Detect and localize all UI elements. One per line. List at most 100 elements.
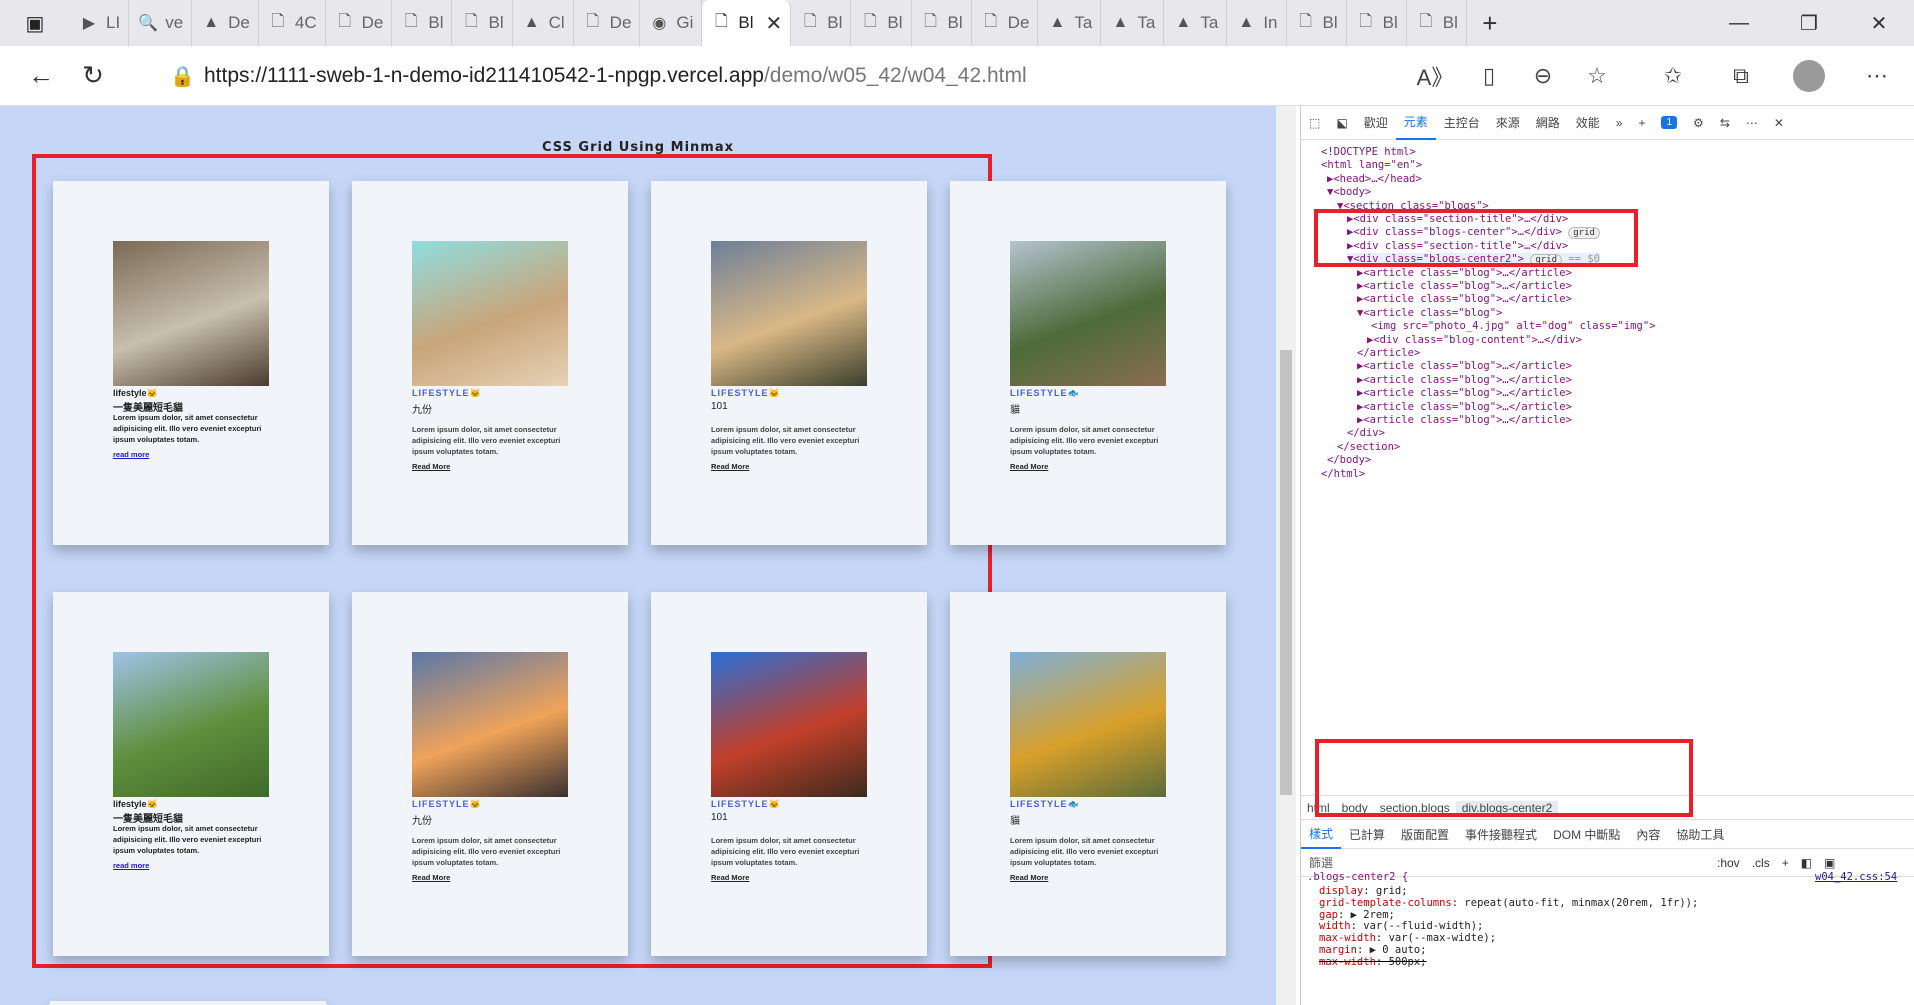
devtools-tab[interactable]: 主控台 xyxy=(1436,106,1488,140)
styles-subtab[interactable]: 版面配置 xyxy=(1393,826,1457,843)
dom-node-line[interactable]: ▶<article class="blog">…</article> xyxy=(1357,267,1572,279)
devtools-tab[interactable]: 來源 xyxy=(1488,106,1528,140)
dom-node-line[interactable]: ▶<article class="blog">…</article> xyxy=(1357,360,1572,372)
minimize-icon[interactable]: — xyxy=(1704,0,1774,46)
read-more-link[interactable]: Read More xyxy=(1010,873,1048,882)
dom-node-line[interactable]: <img src="photo_4.jpg" alt="dog" class="… xyxy=(1371,320,1655,332)
browser-tab[interactable]: ▲ Ta xyxy=(1101,0,1165,46)
new-tab-button[interactable]: + xyxy=(1467,8,1513,39)
browser-tab[interactable]: 🗋 De xyxy=(972,0,1039,46)
browser-tab[interactable]: 🗋 Bl xyxy=(851,0,912,46)
read-aloud-icon[interactable]: A》 xyxy=(1408,46,1462,106)
dom-node-line[interactable]: <html lang="en"> xyxy=(1321,159,1422,171)
settings-icon[interactable]: ⚙ xyxy=(1685,106,1712,140)
devtools-tab[interactable]: 歡迎 xyxy=(1356,106,1396,140)
close-devtools-icon[interactable]: ✕ xyxy=(1766,106,1792,140)
profile-button[interactable] xyxy=(1782,46,1836,106)
read-more-link[interactable]: Read More xyxy=(711,873,749,882)
css-declaration[interactable]: width: var(--fluid-width); xyxy=(1319,920,1483,932)
browser-tab[interactable]: 🗋 Bl xyxy=(1287,0,1347,46)
browser-tab[interactable]: 🗋 Bl xyxy=(1347,0,1407,46)
browser-tab[interactable]: 🔍 ve xyxy=(129,0,193,46)
browser-tab[interactable]: ▲ Cl xyxy=(513,0,574,46)
browser-tab[interactable]: 🗋 Bl xyxy=(392,0,453,46)
styles-subtab[interactable]: 已計算 xyxy=(1341,826,1393,843)
browser-tab[interactable]: ▲ Ta xyxy=(1164,0,1228,46)
collections-icon[interactable]: ⧉ xyxy=(1714,46,1768,106)
styles-subtab[interactable]: 事件接聽程式 xyxy=(1457,826,1545,843)
dom-node-line[interactable]: </article> xyxy=(1357,347,1420,359)
browser-tab[interactable]: ▶ LI xyxy=(70,0,130,46)
devtools-tab[interactable]: 網路 xyxy=(1528,106,1568,140)
css-declaration[interactable]: display: grid; xyxy=(1319,885,1408,897)
device-toolbar-icon[interactable]: ⬚ xyxy=(1301,106,1328,140)
styles-subtab[interactable]: 樣式 xyxy=(1301,819,1342,849)
more-icon[interactable]: ⋯ xyxy=(1850,46,1904,106)
read-more-link[interactable]: Read More xyxy=(1010,462,1048,471)
css-declaration[interactable]: max-width: var(--max-widte); xyxy=(1319,932,1496,944)
scrollbar-thumb[interactable] xyxy=(1280,350,1292,795)
styles-subtab[interactable]: 內容 xyxy=(1628,826,1668,843)
immersive-reader-icon[interactable]: ▯ xyxy=(1462,46,1516,106)
styles-subtab[interactable]: DOM 中斷點 xyxy=(1545,826,1628,843)
styles-subtab[interactable]: 協助工具 xyxy=(1668,826,1732,843)
browser-tab[interactable]: 🗋 4C xyxy=(259,0,326,46)
browser-tab[interactable]: ▲ In xyxy=(1227,0,1287,46)
close-tab-icon[interactable]: ✕ xyxy=(766,11,783,36)
dom-node-line[interactable]: ▶<article class="blog">…</article> xyxy=(1357,280,1572,292)
computed-styles-icon[interactable]: ◧ xyxy=(1795,856,1818,870)
dom-node-line[interactable]: ▶<article class="blog">…</article> xyxy=(1357,387,1572,399)
css-declaration[interactable]: gap: ▶ 2rem; xyxy=(1319,909,1395,921)
browser-tab[interactable]: 🗋 De xyxy=(326,0,393,46)
sidebar-toggle-icon[interactable]: ▣ xyxy=(1818,856,1841,870)
browser-tab[interactable]: 🗋 Bl xyxy=(791,0,852,46)
dom-node-line[interactable]: ▶<article class="blog">…</article> xyxy=(1357,414,1572,426)
browser-tab[interactable]: 🗋 De xyxy=(574,0,641,46)
lock-icon[interactable]: 🔒 xyxy=(170,64,204,89)
dom-node-line[interactable]: <!DOCTYPE html> xyxy=(1321,146,1416,158)
browser-tab[interactable]: 🗋 Bl ✕ xyxy=(702,0,792,46)
browser-tab[interactable]: 🗋 Bl xyxy=(452,0,513,46)
devtools-tab[interactable]: 效能 xyxy=(1568,106,1608,140)
dom-node-line[interactable]: </body> xyxy=(1327,454,1371,466)
browser-tab[interactable]: ▲ Ta xyxy=(1038,0,1102,46)
read-more-link[interactable]: read more xyxy=(113,450,149,459)
browser-tab[interactable]: ▲ De xyxy=(192,0,259,46)
add-tool-icon[interactable]: + xyxy=(1630,106,1653,140)
devtools-menu-icon[interactable]: ⋯ xyxy=(1738,106,1766,140)
add-favorite-icon[interactable]: ☆ xyxy=(1570,46,1624,106)
inspect-icon[interactable]: ⬕ xyxy=(1328,106,1355,140)
dom-node-line[interactable]: </section> xyxy=(1337,441,1400,453)
browser-tab[interactable]: ◉ Gi xyxy=(640,0,703,46)
css-declaration[interactable]: grid-template-columns: repeat(auto-fit, … xyxy=(1319,897,1698,909)
css-declaration[interactable]: margin: ▶ 0 auto; xyxy=(1319,944,1427,956)
read-more-link[interactable]: read more xyxy=(113,861,149,870)
tab-actions-icon[interactable]: ▣ xyxy=(0,0,70,46)
refresh-button[interactable]: ↻ xyxy=(60,46,126,106)
dom-node-line[interactable]: ▶<div class="blog-content">…</div> xyxy=(1367,334,1582,346)
css-source-link[interactable]: w04_42.css:54 xyxy=(1815,871,1897,883)
read-more-link[interactable]: Read More xyxy=(412,462,450,471)
dom-node-line[interactable]: ▼<article class="blog"> xyxy=(1357,307,1502,319)
favorites-icon[interactable]: ✩ xyxy=(1646,46,1700,106)
dom-node-line[interactable]: </div> xyxy=(1347,427,1385,439)
restore-icon[interactable]: ❐ xyxy=(1774,0,1844,46)
styles-filter-input[interactable]: 篩選 xyxy=(1301,854,1711,871)
issues-badge[interactable]: 1 xyxy=(1653,106,1685,140)
hov-toggle[interactable]: :hov xyxy=(1711,856,1746,870)
browser-tab[interactable]: 🗋 Bl xyxy=(1407,0,1467,46)
zoom-icon[interactable]: ⊖ xyxy=(1516,46,1570,106)
more-tabs-icon[interactable]: » xyxy=(1608,106,1631,140)
dom-node-line[interactable]: ▶<article class="blog">…</article> xyxy=(1357,374,1572,386)
dom-node-line[interactable]: ▶<article class="blog">…</article> xyxy=(1357,401,1572,413)
dom-node-line[interactable]: ▶<article class="blog">…</article> xyxy=(1357,293,1572,305)
css-declaration[interactable]: max-width: 500px; xyxy=(1319,956,1427,968)
dom-node-line[interactable]: </html> xyxy=(1321,468,1365,480)
new-rule-icon[interactable]: + xyxy=(1776,856,1795,870)
dom-node-line[interactable]: ▼<body> xyxy=(1327,186,1371,198)
close-window-icon[interactable]: ✕ xyxy=(1844,0,1914,46)
cls-toggle[interactable]: .cls xyxy=(1746,856,1776,870)
share-icon[interactable]: ⇆ xyxy=(1712,106,1738,140)
devtools-tab[interactable]: 元素 xyxy=(1395,106,1436,140)
read-more-link[interactable]: Read More xyxy=(412,873,450,882)
